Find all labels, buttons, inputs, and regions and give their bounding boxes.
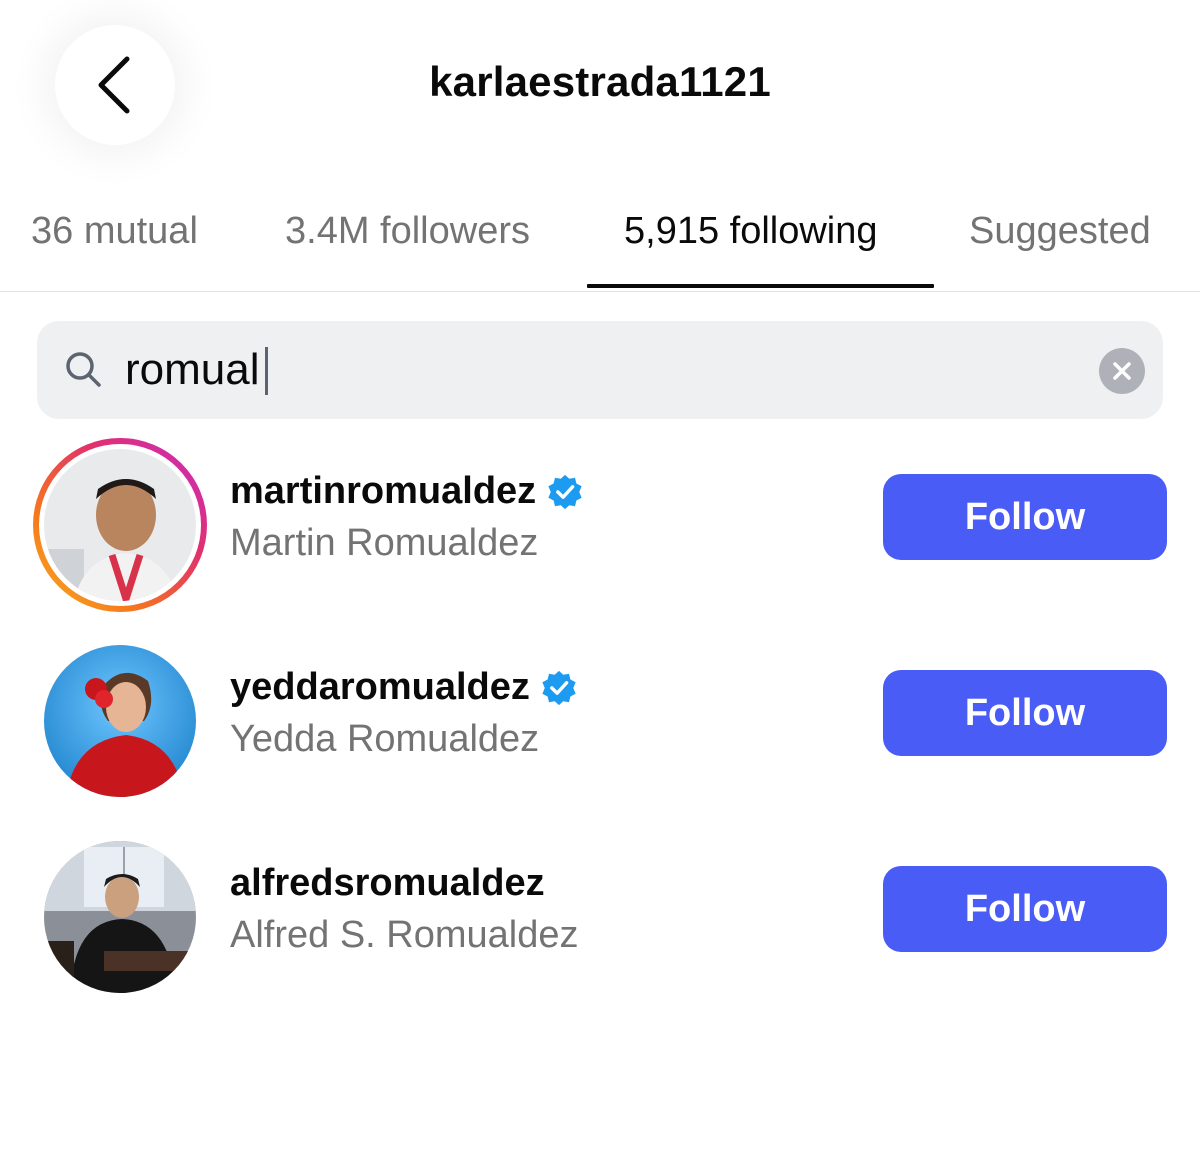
username-text: alfredsromualdez: [230, 862, 545, 904]
tab-following[interactable]: 5,915 following: [624, 210, 878, 292]
avatar[interactable]: [33, 830, 207, 1004]
close-icon: [1113, 362, 1131, 380]
tab-followers[interactable]: 3.4M followers: [285, 210, 530, 292]
tab-bar: 36 mutual 3.4M followers 5,915 following…: [0, 190, 1200, 292]
verified-badge-icon: [548, 474, 582, 509]
full-name: Yedda Romualdez: [230, 718, 540, 760]
search-bar: [37, 321, 1163, 419]
clear-search-button[interactable]: [1099, 348, 1145, 394]
follow-button[interactable]: Follow: [883, 866, 1167, 952]
username-text: yeddaromualdez: [230, 666, 530, 708]
full-name: Alfred S. Romualdez: [230, 914, 579, 956]
avatar[interactable]: [33, 634, 207, 808]
avatar[interactable]: [33, 438, 207, 612]
list-item[interactable]: martinromualdez Martin Romualdez Follow: [0, 430, 1200, 612]
active-tab-indicator: [587, 284, 934, 288]
username-text: martinromualdez: [230, 470, 537, 512]
tab-suggested[interactable]: Suggested: [969, 210, 1151, 292]
search-input[interactable]: [125, 339, 1025, 401]
page-title: karlaestrada1121: [429, 58, 771, 105]
list-item[interactable]: yeddaromualdez Yedda Romualdez Follow: [0, 626, 1200, 797]
search-icon: [66, 352, 101, 387]
username[interactable]: yeddaromualdez: [230, 666, 578, 709]
following-screen: karlaestrada1121 36 mutual 3.4M follower…: [0, 0, 1200, 1169]
follow-button[interactable]: Follow: [883, 474, 1167, 560]
text-cursor: [265, 347, 268, 395]
follow-button[interactable]: Follow: [883, 670, 1167, 756]
tab-mutual[interactable]: 36 mutual: [31, 210, 198, 292]
list-item[interactable]: alfredsromualdez Alfred S. Romualdez Fol…: [0, 822, 1200, 993]
username[interactable]: martinromualdez: [230, 470, 584, 513]
username[interactable]: alfredsromualdez: [230, 862, 545, 905]
verified-badge-icon: [542, 670, 576, 705]
profile-photo: [44, 449, 196, 601]
profile-photo: [44, 841, 196, 993]
profile-photo: [44, 645, 196, 797]
full-name: Martin Romualdez: [230, 522, 539, 564]
